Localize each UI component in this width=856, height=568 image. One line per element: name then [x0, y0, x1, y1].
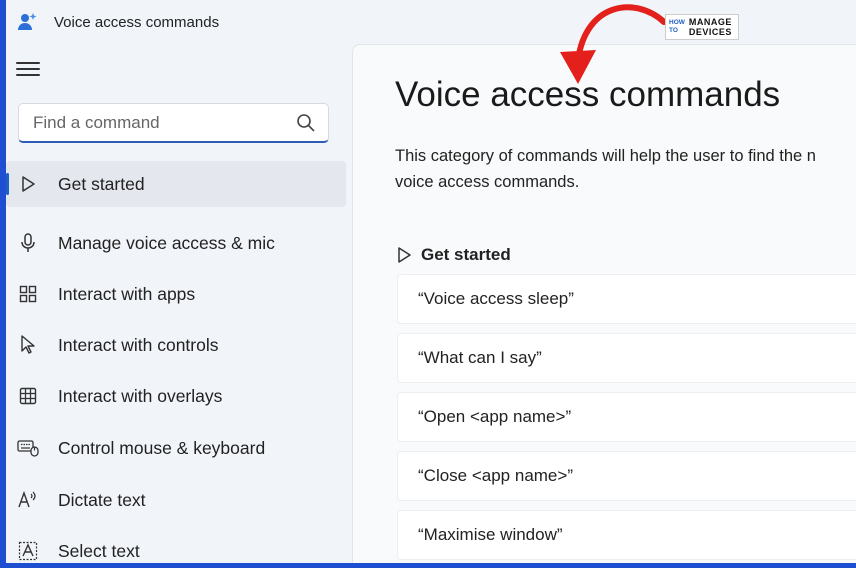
command-text: “Voice access sleep”: [418, 289, 574, 308]
sidebar-item-interact-overlays[interactable]: Interact with overlays: [6, 373, 346, 419]
sidebar-item-label: Get started: [58, 173, 145, 194]
logo-text: TO: [669, 27, 678, 34]
description-line: This category of commands will help the …: [395, 147, 816, 165]
keyboard-mouse-icon: [17, 437, 39, 459]
sidebar-item-manage-voice-access[interactable]: Manage voice access & mic: [6, 220, 346, 266]
section-header-get-started[interactable]: Get started: [395, 245, 511, 265]
sidebar-item-label: Manage voice access & mic: [58, 232, 275, 253]
command-row[interactable]: “Close <app name>”: [397, 451, 856, 501]
sidebar-item-select-text[interactable]: Select text: [6, 528, 346, 563]
search-box: [18, 103, 329, 143]
sidebar-item-get-started[interactable]: Get started: [6, 161, 346, 207]
search-icon[interactable]: [296, 113, 316, 133]
logo-text: MANAGE: [688, 17, 732, 27]
sidebar-item-control-mouse-keyboard[interactable]: Control mouse & keyboard: [6, 425, 346, 471]
logo-text: HOW: [669, 19, 685, 26]
sidebar-item-interact-controls[interactable]: Interact with controls: [6, 322, 346, 368]
command-row[interactable]: “Open <app name>”: [397, 392, 856, 442]
annotation-arrow-icon: [560, 4, 667, 84]
command-row[interactable]: “Voice access sleep”: [397, 274, 856, 324]
apps-grid-icon: [17, 283, 39, 305]
play-outline-icon: [17, 173, 39, 195]
select-text-icon: [17, 540, 39, 562]
command-text: “Open <app name>”: [418, 407, 572, 426]
command-row[interactable]: “Maximise window”: [397, 510, 856, 560]
command-text: “Maximise window”: [418, 525, 563, 544]
sidebar: Get started Manage voice access & mic In…: [6, 44, 352, 563]
command-row[interactable]: “What can I say”: [397, 333, 856, 383]
play-outline-icon: [395, 246, 413, 264]
window-title: Voice access commands: [54, 13, 220, 31]
command-text: “Close <app name>”: [418, 466, 573, 485]
sidebar-item-interact-apps[interactable]: Interact with apps: [6, 271, 346, 317]
sidebar-item-label: Interact with controls: [58, 334, 219, 355]
microphone-icon: [17, 232, 39, 254]
voice-access-app-icon: [16, 10, 40, 34]
sidebar-item-label: Interact with apps: [58, 283, 196, 304]
page-description: This category of commands will help the …: [395, 143, 856, 195]
command-text: “What can I say”: [418, 348, 542, 367]
grid-overlay-icon: [17, 385, 39, 407]
main-content: Voice access commands This category of c…: [352, 44, 856, 563]
sidebar-item-label: Interact with overlays: [58, 385, 223, 406]
how-to-manage-devices-logo: HOW TO MANAGE DEVICES: [665, 14, 739, 40]
pointer-cursor-icon: [17, 334, 39, 356]
dictate-text-icon: [17, 489, 39, 511]
sidebar-item-dictate-text[interactable]: Dictate text: [6, 477, 346, 523]
sidebar-item-label: Select text: [58, 540, 140, 561]
sidebar-item-label: Dictate text: [58, 489, 146, 510]
logo-text: DEVICES: [688, 27, 732, 37]
section-label: Get started: [421, 245, 511, 264]
search-input[interactable]: [33, 112, 283, 133]
hamburger-menu-icon[interactable]: [16, 58, 40, 78]
app-window: Voice access commands Get started Manage…: [6, 0, 856, 563]
sidebar-item-label: Control mouse & keyboard: [58, 437, 266, 458]
description-line: voice access commands.: [395, 173, 580, 191]
